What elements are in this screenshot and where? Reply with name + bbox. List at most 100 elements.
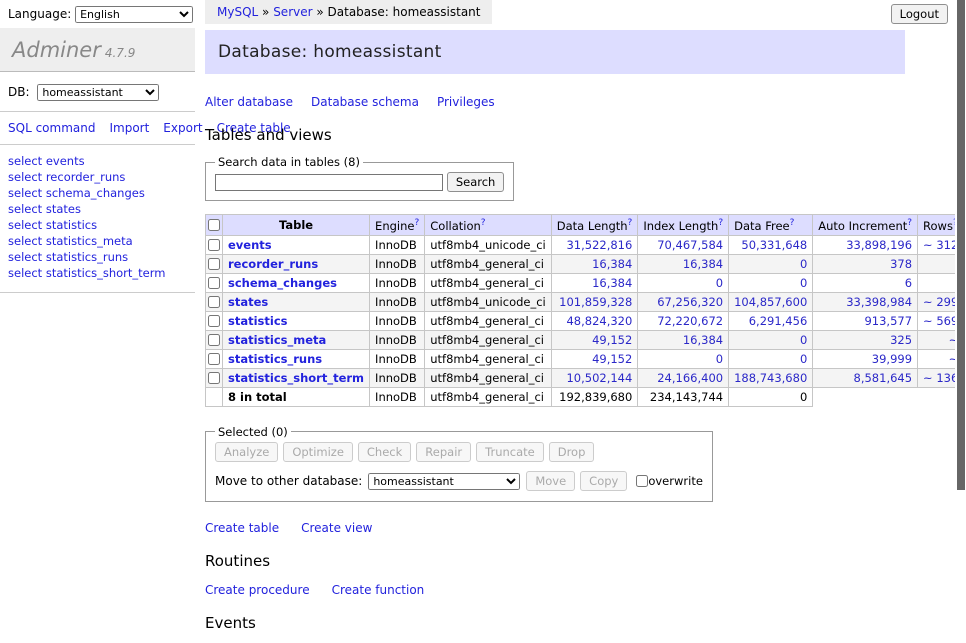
table-link-statistics_short_term[interactable]: statistics_short_term xyxy=(228,371,364,385)
select-all-checkbox[interactable] xyxy=(208,219,220,231)
table-row-states: statesInnoDButf8mb4_unicode_ci101,859,32… xyxy=(206,292,966,311)
routine-link[interactable]: Create function xyxy=(332,583,425,597)
column-help-link[interactable]: ? xyxy=(414,218,419,228)
header-checkbox-cell xyxy=(206,215,223,236)
check-button[interactable]: Check xyxy=(358,442,411,462)
create-links: Create table Create view xyxy=(205,521,905,535)
tables-overview-table: TableEngine?Collation?Data Length?Index … xyxy=(205,214,966,407)
sidebar-table-list: select events select recorder_runsselect … xyxy=(8,154,187,280)
row-checkbox[interactable] xyxy=(208,315,220,327)
sidebar-actions: SQL commandImportExportCreate table xyxy=(8,119,187,137)
row-checkbox[interactable] xyxy=(208,258,220,270)
auto-increment-cell: 33,398,984 xyxy=(813,292,918,311)
engine-cell: InnoDB xyxy=(370,330,425,349)
data-length-cell: 49,152 xyxy=(551,349,638,368)
table-link-events[interactable]: events xyxy=(228,238,272,252)
column-help-link[interactable]: ? xyxy=(628,218,633,228)
drop-button[interactable]: Drop xyxy=(549,442,595,462)
sidebar-table-link[interactable]: select recorder_runs xyxy=(8,170,187,184)
total-data-length-cell: 192,839,680 xyxy=(551,387,638,406)
create-link[interactable]: Create table xyxy=(205,521,279,535)
index-length-cell: 70,467,584 xyxy=(638,235,729,254)
table-link-recorder_runs[interactable]: recorder_runs xyxy=(228,257,318,271)
language-label: Language: xyxy=(8,7,71,21)
sidebar-action-link[interactable]: SQL command xyxy=(8,121,95,135)
database-link[interactable]: Alter database xyxy=(205,95,293,109)
row-checkbox[interactable] xyxy=(208,372,220,384)
table-name-cell: states xyxy=(223,292,370,311)
table-row-statistics_meta: statistics_metaInnoDButf8mb4_general_ci4… xyxy=(206,330,966,349)
selected-actions: AnalyzeOptimizeCheckRepairTruncateDrop xyxy=(215,442,703,462)
breadcrumb-link[interactable]: MySQL xyxy=(217,5,258,19)
sidebar-table-link[interactable]: select statistics xyxy=(8,218,187,232)
db-select[interactable]: homeassistant xyxy=(37,84,159,101)
column-help-link[interactable]: ? xyxy=(790,218,795,228)
create-link[interactable]: Create view xyxy=(301,521,372,535)
routine-link[interactable]: Create procedure xyxy=(205,583,310,597)
table-name-cell: statistics_meta xyxy=(223,330,370,349)
table-row-events: eventsInnoDButf8mb4_unicode_ci31,522,816… xyxy=(206,235,966,254)
data-free-cell: 0 xyxy=(729,254,813,273)
selected-legend: Selected (0) xyxy=(215,425,291,439)
column-help-link[interactable]: ? xyxy=(907,218,912,228)
auto-increment-cell: 33,898,196 xyxy=(813,235,918,254)
sidebar-table-link[interactable]: select schema_changes xyxy=(8,186,187,200)
column-header-label: Engine xyxy=(375,219,414,233)
scrollbar-thumb[interactable] xyxy=(957,0,965,490)
move-db-select[interactable]: homeassistant xyxy=(368,473,520,490)
collation-cell: utf8mb4_general_ci xyxy=(425,330,552,349)
language-select[interactable]: English xyxy=(75,6,193,23)
table-link-schema_changes[interactable]: schema_changes xyxy=(228,276,337,290)
column-help-link[interactable]: ? xyxy=(718,218,723,228)
sidebar-table-link[interactable]: select statistics_runs xyxy=(8,250,187,264)
row-checkbox[interactable] xyxy=(208,334,220,346)
data-free-cell: 0 xyxy=(729,349,813,368)
scrollbar-track[interactable] xyxy=(955,0,966,543)
table-link-states[interactable]: states xyxy=(228,295,268,309)
column-header-collation: Collation? xyxy=(425,215,552,236)
sidebar-action-link[interactable]: Export xyxy=(163,121,202,135)
database-link[interactable]: Privileges xyxy=(437,95,495,109)
copy-button[interactable]: Copy xyxy=(580,471,627,491)
sidebar-table-link[interactable]: select statistics_meta xyxy=(8,234,187,248)
language-bar: Language: English xyxy=(8,6,193,23)
optimize-button[interactable]: Optimize xyxy=(283,442,353,462)
analyze-button[interactable]: Analyze xyxy=(215,442,278,462)
sidebar-action-link[interactable]: Import xyxy=(109,121,149,135)
collation-cell: utf8mb4_general_ci xyxy=(425,349,552,368)
sidebar-table-link[interactable]: select events xyxy=(8,154,187,168)
row-checkbox[interactable] xyxy=(208,239,220,251)
overwrite-checkbox[interactable] xyxy=(636,475,648,487)
sidebar-table-link[interactable]: select statistics_short_term xyxy=(8,266,187,280)
column-help-link[interactable]: ? xyxy=(481,218,486,228)
total-checkbox-cell xyxy=(206,387,223,406)
data-free-cell: 188,743,680 xyxy=(729,368,813,387)
collation-cell: utf8mb4_general_ci xyxy=(425,311,552,330)
auto-increment-cell: 6 xyxy=(813,273,918,292)
table-link-statistics[interactable]: statistics xyxy=(228,314,288,328)
search-button[interactable]: Search xyxy=(447,172,505,192)
repair-button[interactable]: Repair xyxy=(416,442,471,462)
table-link-statistics_meta[interactable]: statistics_meta xyxy=(228,333,326,347)
move-row: Move to other database:homeassistantMove… xyxy=(215,471,703,491)
column-header-engine: Engine? xyxy=(370,215,425,236)
logout-button[interactable]: Logout xyxy=(891,4,948,24)
index-length-cell: 0 xyxy=(638,273,729,292)
column-header-data-length: Data Length? xyxy=(551,215,638,236)
row-checkbox[interactable] xyxy=(208,353,220,365)
truncate-button[interactable]: Truncate xyxy=(476,442,544,462)
database-link[interactable]: Database schema xyxy=(311,95,419,109)
search-input[interactable] xyxy=(215,174,443,191)
move-buttons: MoveCopy xyxy=(526,474,632,488)
move-button[interactable]: Move xyxy=(526,471,575,491)
table-row-recorder_runs: recorder_runsInnoDButf8mb4_general_ci16,… xyxy=(206,254,966,273)
app-logo: Adminer4.7.9 xyxy=(0,28,195,72)
column-header-label: Data Length xyxy=(557,219,628,233)
breadcrumb-link[interactable]: Server xyxy=(273,5,312,19)
row-checkbox[interactable] xyxy=(208,277,220,289)
table-link-statistics_runs[interactable]: statistics_runs xyxy=(228,352,322,366)
sidebar-table-link[interactable]: select states xyxy=(8,202,187,216)
engine-cell: InnoDB xyxy=(370,311,425,330)
row-checkbox[interactable] xyxy=(208,296,220,308)
table-name-cell: recorder_runs xyxy=(223,254,370,273)
